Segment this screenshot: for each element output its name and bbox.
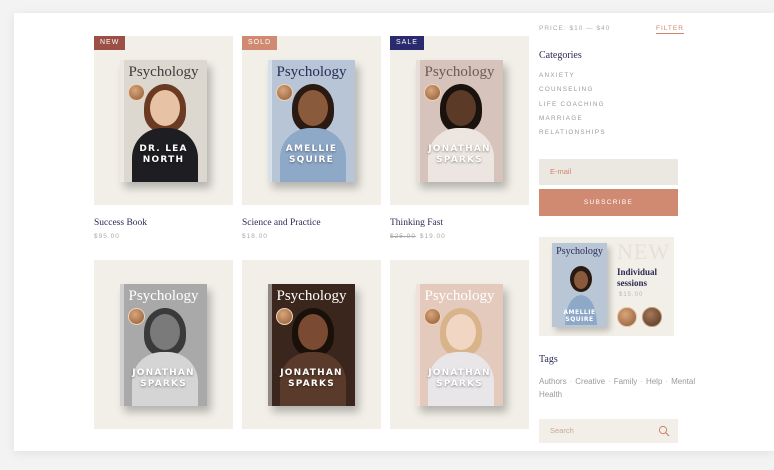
product-name[interactable]: Science and Practice [242,218,321,228]
category-item-life-coaching[interactable]: LIFE COACHING [539,101,606,115]
tags-heading: Tags [539,354,558,365]
promo-book-author: AMELLIE SQUIRE [563,309,596,323]
product-current-price: $95.00 [94,233,120,240]
subscribe-button[interactable]: SUBSCRIBE [539,189,678,216]
book-title: Psychology [128,288,199,304]
product-badge: SALE [390,36,424,50]
price-filter-range[interactable]: PRICE: $10 — $40 [539,25,610,32]
product-price: $25.00 $19.00 [390,233,446,240]
product-old-price: $25.00 [390,233,416,240]
category-item-relationships[interactable]: RELATIONSHIPS [539,129,606,143]
promo-book-title: Psychology [556,246,603,257]
tag-separator: · [569,377,573,386]
product-badge: SOLD [242,36,278,50]
tag-separator: · [665,377,669,386]
product-image[interactable]: Psychology JONATHAN SPARKS [390,260,529,429]
author-portrait [280,84,346,182]
product-name[interactable]: Thinking Fast [390,218,443,228]
tag-cloud: Authors · Creative · Family · Help · Mental Heal… [539,375,695,401]
author-portrait [428,84,494,182]
book-author: JONATHAN SPARKS [280,368,343,389]
book-cover: Psychology JONATHAN SPARKS [268,284,355,406]
promo-banner[interactable]: Psychology AMELLIE SQUIRE NEW Individual… [539,237,674,336]
bestseller-seal-icon [642,307,662,327]
category-item-anxiety[interactable]: ANXIETY [539,72,606,86]
search-icon[interactable] [658,425,670,437]
shop-page: NEW Psychology DR. LEA NORTH Success Book $9… [14,13,774,451]
book-cover: Psychology AMELLIE SQUIRE [268,60,355,182]
book-author: DR. LEA NORTH [139,144,188,165]
search-placeholder: Search [550,426,574,435]
product-image[interactable]: Psychology JONATHAN SPARKS [242,260,381,429]
promo-title[interactable]: Individual sessions [617,267,671,289]
tag-help[interactable]: Help [646,377,662,386]
promo-price: $15.00 [619,292,644,298]
categories-heading: Categories [539,50,582,61]
category-item-marriage[interactable]: MARRIAGE [539,115,606,129]
product-price: $95.00 [94,233,120,240]
award-seal-icon [424,84,441,101]
author-portrait [280,308,346,406]
product-name[interactable]: Success Book [94,218,147,228]
book-cover: Psychology JONATHAN SPARKS [416,284,503,406]
author-portrait [428,308,494,406]
author-portrait [132,84,198,182]
award-seal-icon [128,84,145,101]
book-cover: Psychology JONATHAN SPARKS [120,284,207,406]
product-current-price: $19.00 [419,233,446,240]
tag-separator: · [640,377,643,386]
tag-creative[interactable]: Creative [575,377,605,386]
book-cover: Psychology JONATHAN SPARKS [416,60,503,182]
search-input[interactable]: Search [539,419,678,443]
award-seal-icon [617,307,637,327]
promo-new-label: NEW [617,239,671,264]
book-author: JONATHAN SPARKS [428,144,491,165]
promo-book-cover: Psychology AMELLIE SQUIRE [552,243,607,327]
product-image[interactable]: SOLD Psychology AMELLIE SQUIRE [242,36,381,205]
product-image[interactable]: NEW Psychology DR. LEA NORTH [94,36,233,205]
award-seal-icon [276,84,293,101]
product-price: $18.00 [242,233,268,240]
tag-authors[interactable]: Authors [539,377,567,386]
category-item-counseling[interactable]: COUNSELING [539,86,606,100]
category-list: ANXIETY COUNSELING LIFE COACHING MARRIAG… [539,72,606,143]
filter-link[interactable]: FILTER [656,25,684,34]
book-title: Psychology [424,64,495,80]
author-portrait [132,308,198,406]
email-field[interactable]: E-mail [539,159,678,185]
award-seal-icon [276,308,293,325]
product-current-price: $18.00 [242,233,268,240]
book-author: AMELLIE SQUIRE [285,144,338,165]
book-cover: Psychology DR. LEA NORTH [120,60,207,182]
tag-separator: · [608,377,611,386]
award-seal-icon [128,308,145,325]
book-title: Psychology [128,64,199,80]
book-title: Psychology [276,64,347,80]
product-image[interactable]: SALE Psychology JONATHAN SPARKS [390,36,529,205]
tag-family[interactable]: Family [614,377,638,386]
book-title: Psychology [276,288,347,304]
book-title: Psychology [424,288,495,304]
book-author: JONATHAN SPARKS [132,368,195,389]
award-seal-icon [424,308,441,325]
book-author: JONATHAN SPARKS [428,368,491,389]
product-image[interactable]: Psychology JONATHAN SPARKS [94,260,233,429]
product-badge: NEW [94,36,126,50]
